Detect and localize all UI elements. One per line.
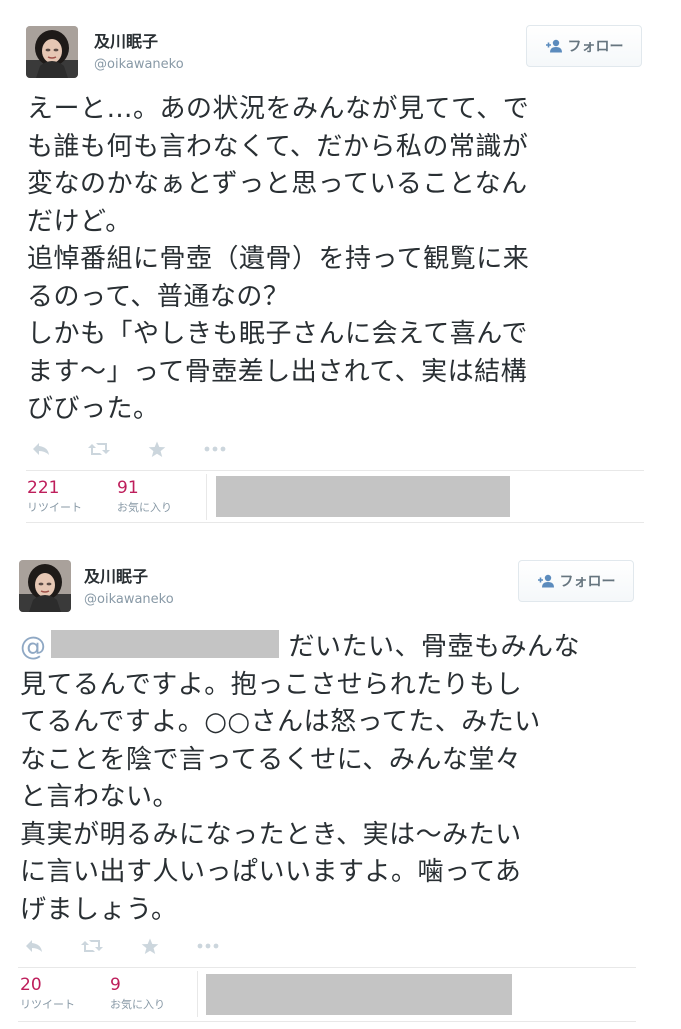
tweet-text-line: しかも「やしきも眠子さんに会えて喜んで — [27, 319, 528, 349]
retweet-icon[interactable] — [85, 438, 113, 460]
favorite-stat[interactable]: 9 お気に入り — [110, 975, 165, 1012]
redacted-avatars — [216, 476, 510, 517]
tweet-text: えーと…。あの状況をみんなが見てて、で も誰も何も言わなくて、だから私の常識が … — [27, 91, 529, 429]
tweet-text-line: げましょう。 — [20, 894, 178, 925]
star-icon[interactable] — [136, 935, 164, 957]
tweet-card: 及川眠子 @oikawaneko フォロー えーと…。あの状況をみんなが見てて、… — [0, 0, 681, 535]
redacted-mention — [50, 630, 279, 658]
tweet-text-line: と言わない。 — [20, 782, 180, 812]
mention-at[interactable]: @ — [20, 632, 47, 662]
more-icon[interactable] — [201, 438, 229, 460]
retweet-count: 20 — [20, 975, 42, 995]
user-handle[interactable]: @oikawaneko — [84, 592, 174, 608]
follow-button[interactable]: フォロー — [518, 560, 634, 602]
divider — [18, 1021, 636, 1022]
favorite-count: 9 — [110, 975, 121, 995]
tweet-text-line: 変なのかなぁとずっと思っていることなん — [27, 169, 528, 199]
avatar[interactable] — [26, 26, 78, 78]
tweet-text-line: てるんですよ。○○さんは怒ってた、みたい — [20, 707, 541, 737]
stat-separator — [206, 474, 207, 520]
tweet-text-line: @ だいたい、骨壺もみんな — [20, 629, 580, 667]
tweet-text-line: 見てるんですよ。抱っこさせられたりもし — [20, 669, 523, 700]
retweet-label: リツイート — [27, 501, 82, 514]
divider — [26, 522, 644, 523]
tweet-text-line: に言い出す人いっぱいいますよ。噛ってあ — [20, 857, 522, 887]
favorite-count: 91 — [117, 478, 139, 498]
follow-label: フォロー — [567, 39, 624, 55]
retweet-count: 221 — [27, 478, 60, 498]
tweet-text-line: ます～」って骨壺差し出されて、実は結構 — [27, 356, 528, 387]
tweet-text: @ だいたい、骨壺もみんな 見てるんですよ。抱っこさせられたりもし てるんですよ。… — [20, 629, 580, 929]
tweet-text-line: なことを陰で言ってるくせに、みんな堂々 — [20, 744, 522, 775]
divider — [26, 470, 644, 471]
follow-person-icon — [545, 39, 563, 53]
tweet-text-segment: だいたい、骨壺もみんな — [288, 632, 581, 662]
reply-icon[interactable] — [20, 935, 48, 957]
tweet-text-line: るのって、普通なの？ — [27, 281, 290, 312]
favorite-label: お気に入り — [117, 501, 172, 514]
tweet-text-line: だけど。 — [27, 206, 132, 237]
tweet-text-line: も誰も何も言わなくて、だから私の常識が — [27, 131, 529, 162]
reply-icon[interactable] — [27, 438, 55, 460]
retweet-icon[interactable] — [78, 935, 106, 957]
star-icon[interactable] — [143, 438, 171, 460]
retweet-stat[interactable]: 221 リツイート — [27, 478, 82, 515]
avatar[interactable] — [19, 560, 71, 612]
favorite-label: お気に入り — [110, 998, 165, 1011]
retweet-label: リツイート — [20, 998, 75, 1011]
follow-label: フォロー — [559, 574, 616, 590]
divider — [18, 967, 636, 968]
tweet-actions — [27, 438, 259, 460]
user-name[interactable]: 及川眠子 — [94, 32, 158, 52]
follow-button[interactable]: フォロー — [526, 25, 642, 67]
tweet-card: 及川眠子 @oikawaneko フォロー @ だいたい、骨壺もみんな 見てるんで… — [0, 545, 681, 1029]
redacted-avatars — [206, 974, 512, 1015]
favorite-stat[interactable]: 91 お気に入り — [117, 478, 172, 515]
more-icon[interactable] — [194, 935, 222, 957]
user-handle[interactable]: @oikawaneko — [94, 57, 184, 73]
stat-separator — [197, 971, 198, 1017]
tweet-text-line: 真実が明るみになったとき、実は～みたい — [20, 819, 522, 850]
tweet-text-line: 追悼番組に骨壺（遺骨）を持って観覧に来 — [27, 244, 530, 274]
tweet-text-line: えーと…。あの状況をみんなが見てて、で — [27, 94, 530, 124]
follow-person-icon — [537, 574, 555, 588]
tweet-text-line: びびった。 — [27, 394, 160, 424]
tweet-actions — [20, 935, 252, 957]
user-name[interactable]: 及川眠子 — [84, 567, 148, 587]
retweet-stat[interactable]: 20 リツイート — [20, 975, 75, 1012]
